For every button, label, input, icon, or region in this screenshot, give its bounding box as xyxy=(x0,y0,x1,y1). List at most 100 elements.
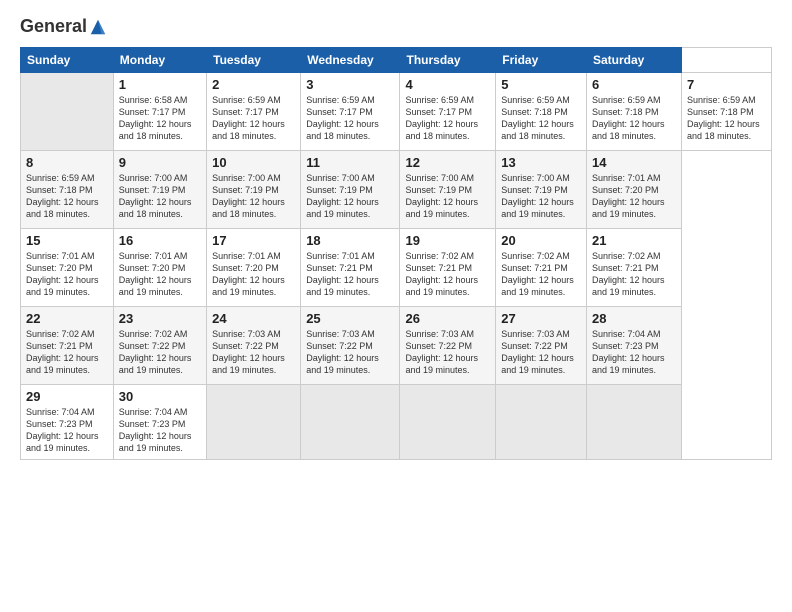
day-info: Sunrise: 7:04 AM Sunset: 7:23 PM Dayligh… xyxy=(592,328,676,377)
logo-general-text: General xyxy=(20,16,87,37)
calendar-cell: 6Sunrise: 6:59 AM Sunset: 7:18 PM Daylig… xyxy=(587,73,682,151)
day-info: Sunrise: 6:59 AM Sunset: 7:18 PM Dayligh… xyxy=(687,94,766,143)
calendar-cell: 12 Sunrise: 7:00 AM Sunset: 7:19 PM Dayli… xyxy=(400,151,496,229)
day-info: Sunrise: 6:59 AM Sunset: 7:18 PM Dayligh… xyxy=(26,172,108,221)
day-number: 25 xyxy=(306,311,394,326)
calendar-cell: 15Sunrise: 7:01 AM Sunset: 7:20 PM Dayli… xyxy=(21,229,114,307)
calendar-cell: 18 Sunrise: 7:01 AM Sunset: 7:21 PM Dayli… xyxy=(301,229,400,307)
calendar-cell: 4 Sunrise: 6:59 AM Sunset: 7:17 PM Daylig… xyxy=(400,73,496,151)
day-info: Sunrise: 7:00 AM Sunset: 7:19 PM Dayligh… xyxy=(405,172,490,221)
calendar-cell: 16Sunrise: 7:01 AM Sunset: 7:20 PM Dayli… xyxy=(113,229,206,307)
day-info: Sunrise: 6:59 AM Sunset: 7:17 PM Dayligh… xyxy=(306,94,394,143)
day-info: Sunrise: 7:00 AM Sunset: 7:19 PM Dayligh… xyxy=(212,172,295,221)
day-header-saturday: Saturday xyxy=(587,48,682,73)
day-number: 23 xyxy=(119,311,201,326)
day-info: Sunrise: 7:03 AM Sunset: 7:22 PM Dayligh… xyxy=(306,328,394,377)
calendar-cell: 8Sunrise: 6:59 AM Sunset: 7:18 PM Daylig… xyxy=(21,151,114,229)
calendar-cell xyxy=(301,385,400,460)
day-number: 7 xyxy=(687,77,766,92)
calendar-cell: 21 Sunrise: 7:02 AM Sunset: 7:21 PM Dayli… xyxy=(587,229,682,307)
day-number: 12 xyxy=(405,155,490,170)
calendar-cell: 9 Sunrise: 7:00 AM Sunset: 7:19 PM Daylig… xyxy=(113,151,206,229)
day-header-sunday: Sunday xyxy=(21,48,114,73)
day-info: Sunrise: 7:04 AM Sunset: 7:23 PM Dayligh… xyxy=(26,406,108,455)
day-info: Sunrise: 6:59 AM Sunset: 7:17 PM Dayligh… xyxy=(212,94,295,143)
day-info: Sunrise: 7:02 AM Sunset: 7:22 PM Dayligh… xyxy=(119,328,201,377)
calendar-header-row: SundayMondayTuesdayWednesdayThursdayFrid… xyxy=(21,48,772,73)
calendar-week-row: 1 Sunrise: 6:58 AM Sunset: 7:17 PM Daylig… xyxy=(21,73,772,151)
calendar-cell: 27 Sunrise: 7:03 AM Sunset: 7:22 PM Dayli… xyxy=(496,307,587,385)
day-number: 20 xyxy=(501,233,581,248)
calendar-cell: 10 Sunrise: 7:00 AM Sunset: 7:19 PM Dayli… xyxy=(207,151,301,229)
day-info: Sunrise: 7:03 AM Sunset: 7:22 PM Dayligh… xyxy=(212,328,295,377)
day-number: 28 xyxy=(592,311,676,326)
day-info: Sunrise: 7:03 AM Sunset: 7:22 PM Dayligh… xyxy=(405,328,490,377)
day-header-tuesday: Tuesday xyxy=(207,48,301,73)
day-info: Sunrise: 7:04 AM Sunset: 7:23 PM Dayligh… xyxy=(119,406,201,455)
day-info: Sunrise: 7:01 AM Sunset: 7:20 PM Dayligh… xyxy=(119,250,201,299)
day-number: 6 xyxy=(592,77,676,92)
calendar-cell: 5 Sunrise: 6:59 AM Sunset: 7:18 PM Daylig… xyxy=(496,73,587,151)
calendar-week-row: 15 Sunrise: 7:01 AM Sunset: 7:20 PM Dayli… xyxy=(21,229,772,307)
calendar-cell: 23 Sunrise: 7:02 AM Sunset: 7:22 PM Dayli… xyxy=(113,307,206,385)
day-number: 9 xyxy=(119,155,201,170)
day-number: 21 xyxy=(592,233,676,248)
day-number: 4 xyxy=(405,77,490,92)
day-number: 10 xyxy=(212,155,295,170)
calendar-cell: 30 Sunrise: 7:04 AM Sunset: 7:23 PM Dayli… xyxy=(113,385,206,460)
calendar-cell: 19Sunrise: 7:02 AM Sunset: 7:21 PM Dayli… xyxy=(400,229,496,307)
calendar-cell: 1 Sunrise: 6:58 AM Sunset: 7:17 PM Daylig… xyxy=(113,73,206,151)
day-info: Sunrise: 7:01 AM Sunset: 7:21 PM Dayligh… xyxy=(306,250,394,299)
day-header-monday: Monday xyxy=(113,48,206,73)
day-info: Sunrise: 6:59 AM Sunset: 7:17 PM Dayligh… xyxy=(405,94,490,143)
calendar-cell xyxy=(587,385,682,460)
day-number: 2 xyxy=(212,77,295,92)
calendar-cell: 14 Sunrise: 7:01 AM Sunset: 7:20 PM Dayli… xyxy=(587,151,682,229)
day-header-friday: Friday xyxy=(496,48,587,73)
day-info: Sunrise: 7:00 AM Sunset: 7:19 PM Dayligh… xyxy=(306,172,394,221)
day-number: 3 xyxy=(306,77,394,92)
day-number: 13 xyxy=(501,155,581,170)
day-number: 5 xyxy=(501,77,581,92)
calendar-cell: 17 Sunrise: 7:01 AM Sunset: 7:20 PM Dayli… xyxy=(207,229,301,307)
calendar-cell: 20 Sunrise: 7:02 AM Sunset: 7:21 PM Dayli… xyxy=(496,229,587,307)
calendar-cell: 7 Sunrise: 6:59 AM Sunset: 7:18 PM Daylig… xyxy=(682,73,772,151)
day-info: Sunrise: 7:02 AM Sunset: 7:21 PM Dayligh… xyxy=(501,250,581,299)
day-number: 22 xyxy=(26,311,108,326)
calendar-cell: 3 Sunrise: 6:59 AM Sunset: 7:17 PM Daylig… xyxy=(301,73,400,151)
day-number: 29 xyxy=(26,389,108,404)
day-number: 11 xyxy=(306,155,394,170)
calendar-cell: 28 Sunrise: 7:04 AM Sunset: 7:23 PM Dayli… xyxy=(587,307,682,385)
calendar-cell xyxy=(207,385,301,460)
calendar-week-row: 29 Sunrise: 7:04 AM Sunset: 7:23 PM Dayli… xyxy=(21,385,772,460)
day-number: 18 xyxy=(306,233,394,248)
day-number: 26 xyxy=(405,311,490,326)
day-info: Sunrise: 7:02 AM Sunset: 7:21 PM Dayligh… xyxy=(592,250,676,299)
day-info: Sunrise: 7:00 AM Sunset: 7:19 PM Dayligh… xyxy=(119,172,201,221)
day-number: 15 xyxy=(26,233,108,248)
day-info: Sunrise: 6:58 AM Sunset: 7:17 PM Dayligh… xyxy=(119,94,201,143)
day-number: 27 xyxy=(501,311,581,326)
day-number: 30 xyxy=(119,389,201,404)
day-info: Sunrise: 7:01 AM Sunset: 7:20 PM Dayligh… xyxy=(212,250,295,299)
calendar-week-row: 8Sunrise: 6:59 AM Sunset: 7:18 PM Daylig… xyxy=(21,151,772,229)
day-header-thursday: Thursday xyxy=(400,48,496,73)
day-number: 14 xyxy=(592,155,676,170)
day-number: 19 xyxy=(405,233,490,248)
day-number: 1 xyxy=(119,77,201,92)
calendar-cell: 24Sunrise: 7:03 AM Sunset: 7:22 PM Dayli… xyxy=(207,307,301,385)
calendar-table: SundayMondayTuesdayWednesdayThursdayFrid… xyxy=(20,47,772,460)
day-info: Sunrise: 7:03 AM Sunset: 7:22 PM Dayligh… xyxy=(501,328,581,377)
calendar-cell: 26 Sunrise: 7:03 AM Sunset: 7:22 PM Dayli… xyxy=(400,307,496,385)
calendar-cell: 25 Sunrise: 7:03 AM Sunset: 7:22 PM Dayli… xyxy=(301,307,400,385)
day-info: Sunrise: 7:02 AM Sunset: 7:21 PM Dayligh… xyxy=(26,328,108,377)
calendar-cell xyxy=(21,73,114,151)
day-number: 17 xyxy=(212,233,295,248)
day-info: Sunrise: 7:01 AM Sunset: 7:20 PM Dayligh… xyxy=(592,172,676,221)
calendar-cell: 2 Sunrise: 6:59 AM Sunset: 7:17 PM Daylig… xyxy=(207,73,301,151)
header: General xyxy=(20,16,772,37)
calendar-cell: 29 Sunrise: 7:04 AM Sunset: 7:23 PM Dayli… xyxy=(21,385,114,460)
calendar-cell xyxy=(400,385,496,460)
calendar-cell: 13Sunrise: 7:00 AM Sunset: 7:19 PM Dayli… xyxy=(496,151,587,229)
day-info: Sunrise: 6:59 AM Sunset: 7:18 PM Dayligh… xyxy=(501,94,581,143)
